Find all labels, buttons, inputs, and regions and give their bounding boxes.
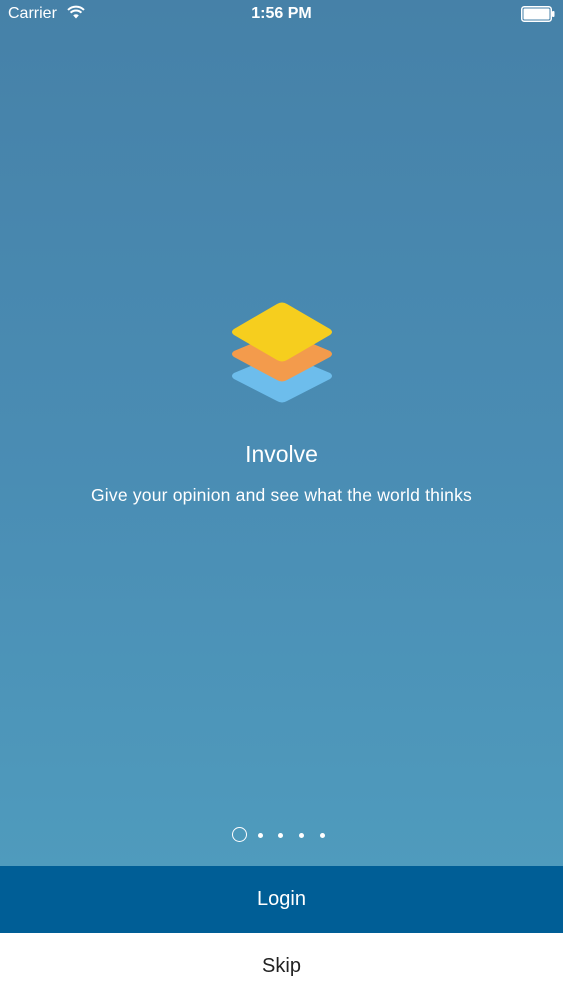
page-dot[interactable]: [278, 833, 283, 838]
battery-icon: [521, 6, 555, 22]
status-time: 1:56 PM: [251, 5, 312, 22]
onboarding-title: Involve: [245, 441, 318, 467]
page-dot-active[interactable]: [232, 827, 247, 842]
page-dot[interactable]: [320, 833, 325, 838]
page-dot[interactable]: [258, 833, 263, 838]
status-bar: Carrier 1:56 PM: [0, 0, 563, 28]
skip-button[interactable]: Skip: [0, 933, 563, 1000]
page-dot[interactable]: [299, 833, 304, 838]
onboarding-subtitle: Give your opinion and see what the world…: [90, 485, 472, 505]
hero-panel: Carrier 1:56 PM Involve Give your opinio…: [0, 0, 563, 866]
page-indicator[interactable]: [232, 827, 332, 844]
login-button[interactable]: Login: [0, 866, 563, 933]
onboarding-screen: Carrier 1:56 PM Involve Give your opinio…: [0, 0, 563, 1000]
layers-icon: [232, 302, 332, 403]
